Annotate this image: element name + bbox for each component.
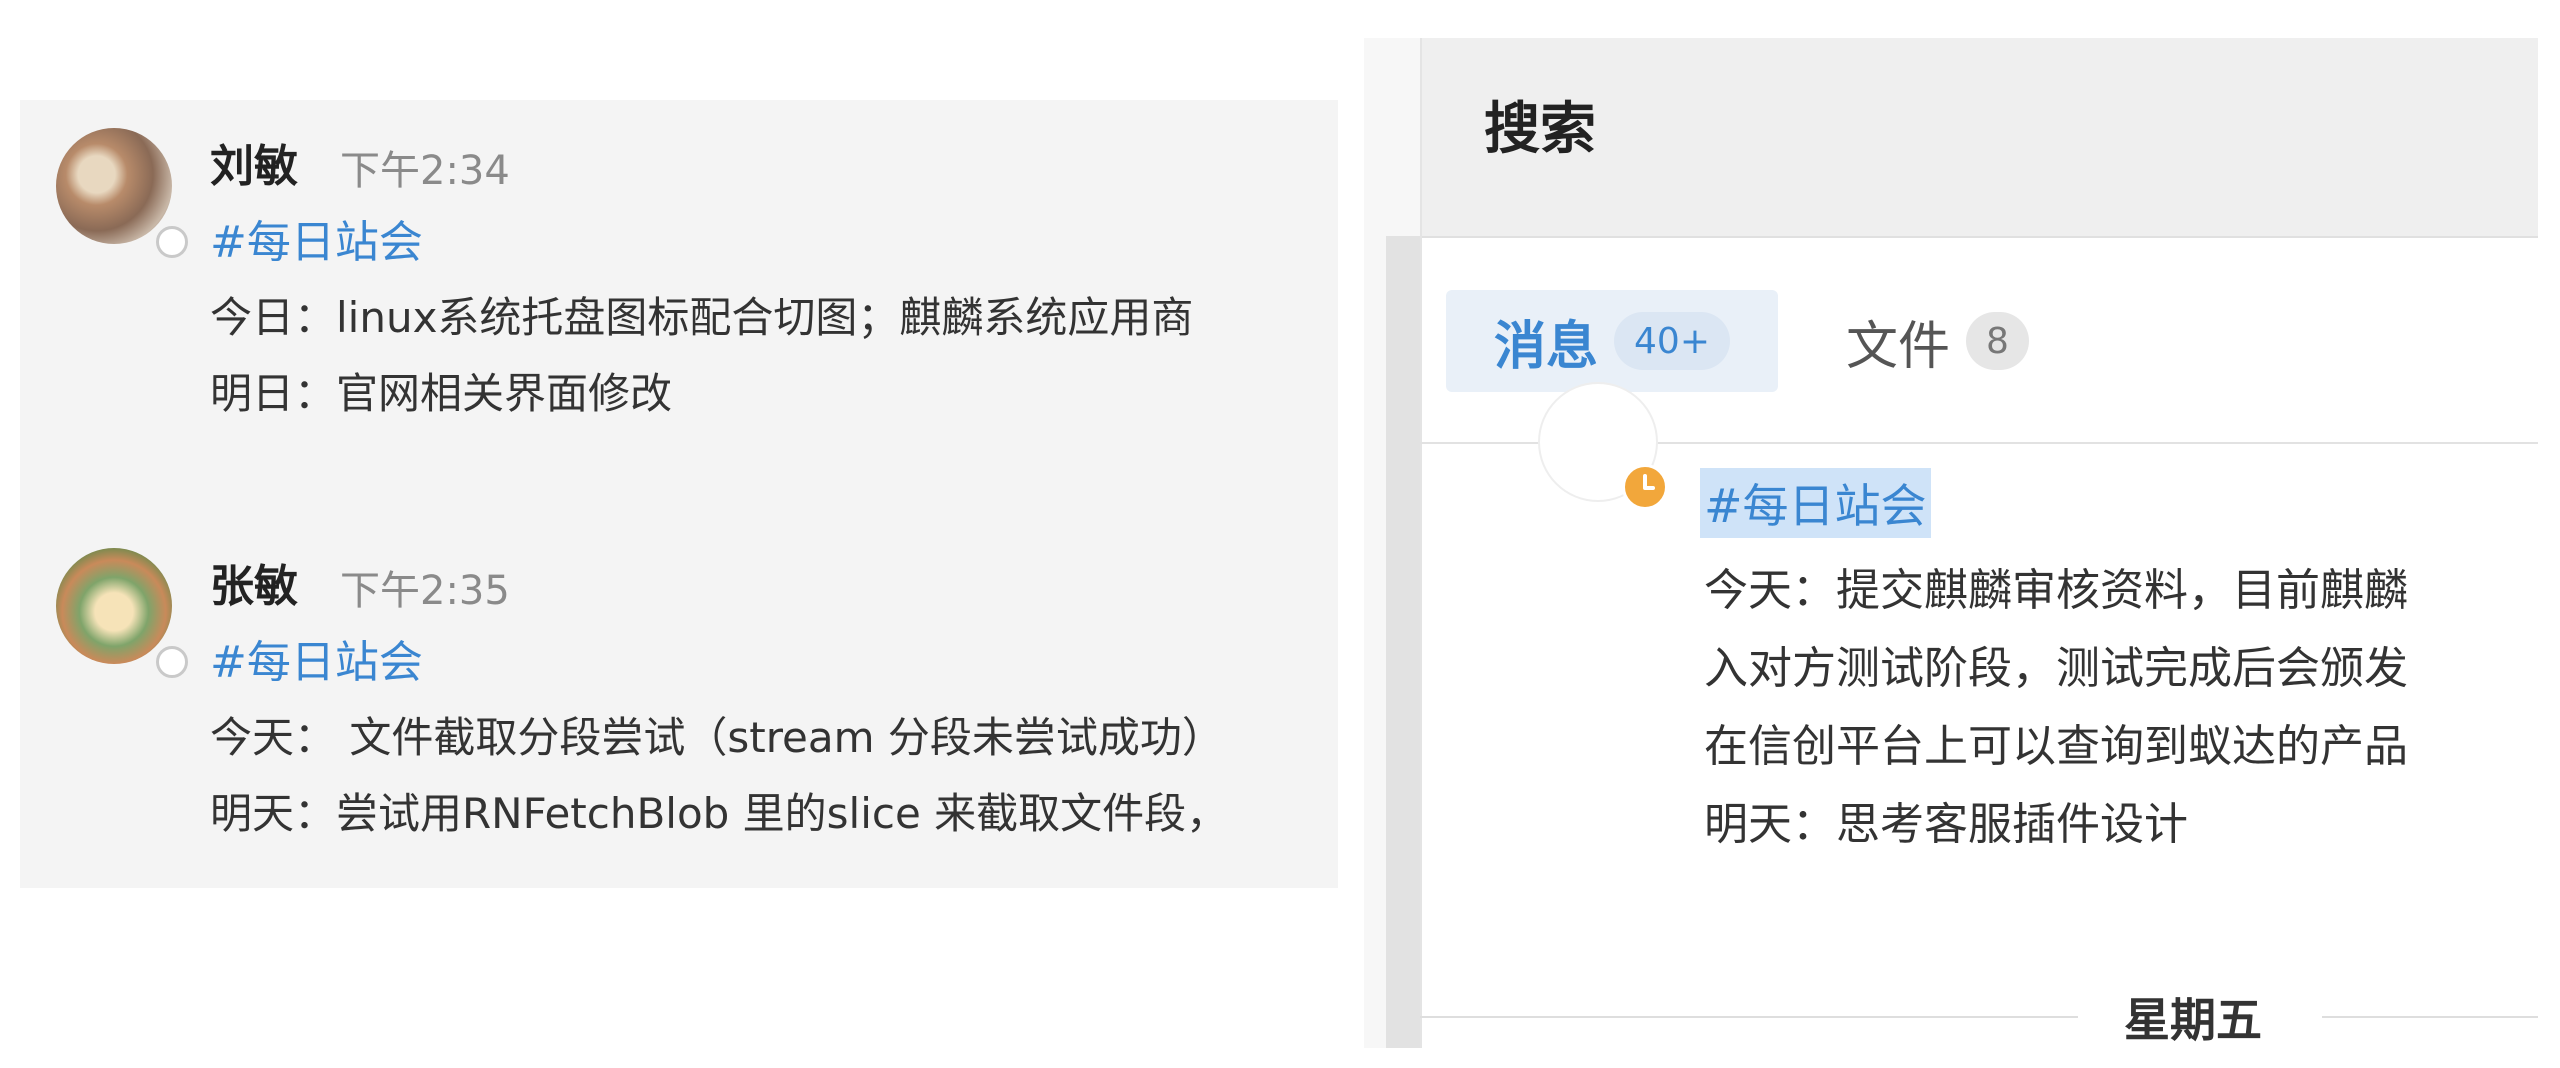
message-author[interactable]: 张敏 [210,550,298,614]
day-separator-label: 星期五 [2124,993,2262,1047]
avatar[interactable] [56,128,172,244]
highlighted-channel-tag[interactable]: #每日站会 [1700,468,1931,538]
result-text-line: 明天：思考客服插件设计 [1704,799,2188,850]
tab-label: 文件 [1846,316,1951,377]
message-text-line: 明天：尝试用RNFetchBlob 里的slice 来截取文件段， [210,789,1229,838]
message-timestamp: 下午2:34 [340,148,510,194]
search-header: 搜索 [1364,38,2538,238]
message-author[interactable]: 刘敏 [210,130,298,194]
divider [2322,1016,2538,1018]
divider [1420,1016,2078,1018]
avatar[interactable] [56,548,172,664]
result-text-line: 在信创平台上可以查询到蚁达的产品 [1704,721,2408,772]
result-text-line: 入对方测试阶段，测试完成后会颁发 [1704,643,2408,694]
search-result-item[interactable]: #每日站会 今天：提交麒麟审核资料，目前麒麟 入对方测试阶段，测试完成后会颁发 … [1364,384,2538,1024]
presence-offline-icon [156,646,188,678]
channel-tag-link[interactable]: #每日站会 [210,206,423,270]
tab-files[interactable]: 文件 8 [1846,290,2076,392]
result-text-line: 今天：提交麒麟审核资料，目前麒麟 [1704,565,2408,616]
message-text-line: 今天： 文件截取分段尝试（stream 分段未尝试成功） [210,713,1224,762]
chat-message: 刘敏 下午2:34 #每日站会 今日：linux系统托盘图标配合切图；麒麟系统应… [20,128,1338,468]
search-panel: 搜索 消息 40+ 文件 8 #每日站会 今天：提交麒麟审核资料，目前麒麟 入对… [1364,38,2538,1048]
chat-message: 张敏 下午2:35 #每日站会 今天： 文件截取分段尝试（stream 分段未尝… [20,548,1338,888]
clock-status-icon [1622,464,1668,510]
chat-message-list: 刘敏 下午2:34 #每日站会 今日：linux系统托盘图标配合切图；麒麟系统应… [20,100,1338,888]
tab-messages[interactable]: 消息 40+ [1446,290,1778,392]
presence-offline-icon [156,226,188,258]
page-title: 搜索 [1484,97,1596,162]
channel-tag-link[interactable]: #每日站会 [210,626,423,690]
tab-label: 消息 [1494,316,1599,377]
message-text-line: 今日：linux系统托盘图标配合切图；麒麟系统应用商 [210,293,1194,342]
count-badge: 8 [1966,312,2029,370]
message-text-line: 明日：官网相关界面修改 [210,369,673,418]
count-badge: 40+ [1614,312,1730,370]
message-timestamp: 下午2:35 [340,568,510,614]
